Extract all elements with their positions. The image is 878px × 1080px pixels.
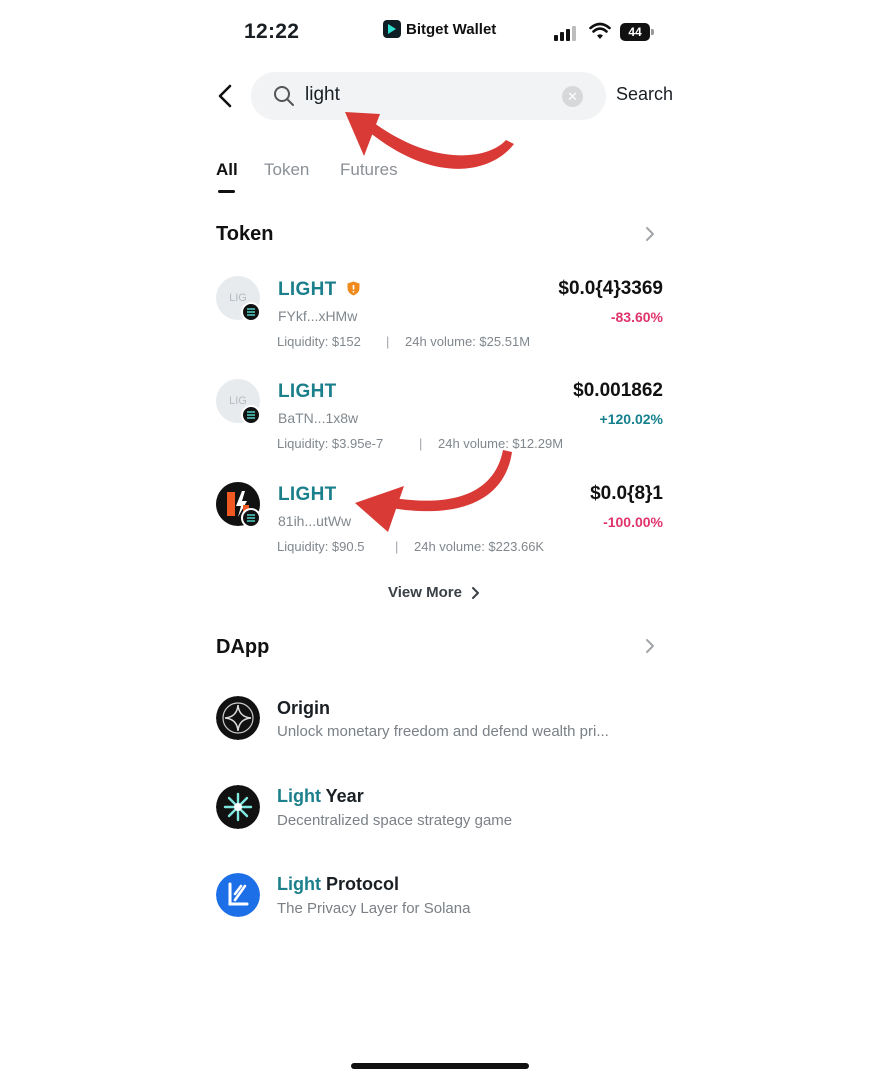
token-name: LIGHT: [278, 279, 337, 300]
light-protocol-icon: [216, 873, 260, 917]
back-arrow-icon[interactable]: [214, 82, 238, 110]
bitget-logo-icon: [383, 20, 401, 38]
token-price: $0.001862: [573, 380, 663, 401]
meta-separator: |: [395, 539, 399, 554]
dapp-name-rest: Protocol: [320, 874, 399, 894]
token-section-chevron-icon[interactable]: [643, 225, 657, 243]
dapp-description: Decentralized space strategy game: [277, 812, 513, 829]
token-name: LIGHT: [278, 484, 337, 505]
dapp-name: Light Year: [277, 786, 364, 807]
signal-icon: [554, 25, 576, 41]
dapp-name-rest: Origin: [277, 698, 330, 718]
token-liquidity: Liquidity: $152: [277, 334, 361, 349]
dapp-name-highlight: Light: [277, 874, 321, 894]
status-time: 12:22: [244, 20, 300, 43]
token-section-title: Token: [216, 223, 274, 245]
dapp-description: The Privacy Layer for Solana: [277, 900, 471, 917]
token-volume: 24h volume: $25.51M: [405, 334, 531, 349]
token-liquidity: Liquidity: $3.95e-7: [277, 436, 384, 451]
search-input[interactable]: [305, 82, 555, 108]
tab-futures[interactable]: Futures: [340, 160, 398, 180]
tab-all[interactable]: All: [216, 160, 238, 180]
dapp-section-title: DApp: [216, 636, 270, 658]
solana-badge-icon: [241, 405, 261, 425]
dapp-name: Origin: [277, 698, 330, 719]
origin-icon: [216, 696, 260, 740]
token-price: $0.0{4}3369: [558, 278, 663, 299]
token-change: +120.02%: [599, 411, 663, 427]
wifi-icon: [589, 22, 611, 39]
token-address: 81ih...utWw: [278, 513, 352, 529]
view-more-button[interactable]: View More: [388, 584, 480, 601]
view-more-label: View More: [388, 584, 462, 601]
dapp-description: Unlock monetary freedom and defend wealt…: [277, 723, 609, 740]
search-icon: [274, 86, 294, 106]
light-year-icon: [216, 785, 260, 829]
active-tab-indicator: [218, 190, 235, 193]
chevron-right-icon: [471, 586, 479, 599]
battery-tip: [651, 29, 654, 35]
dapp-section-chevron-icon[interactable]: [643, 637, 657, 655]
carrier-text: Bitget Wallet: [406, 20, 497, 38]
token-volume: 24h volume: $223.66K: [414, 539, 545, 554]
token-price: $0.0{8}1: [590, 483, 663, 504]
solana-badge-icon: [241, 302, 261, 322]
tab-token[interactable]: Token: [264, 160, 309, 180]
dapp-name-rest: Year: [320, 786, 364, 806]
token-change: -83.60%: [610, 309, 663, 325]
dapp-name-highlight: Light: [277, 786, 321, 806]
dapp-name: Light Protocol: [277, 874, 399, 895]
annotation-arrow-token: [355, 450, 512, 532]
token-address: BaTN...1x8w: [278, 410, 359, 426]
battery-icon: 44: [620, 23, 650, 41]
search-button[interactable]: Search: [616, 84, 673, 105]
token-name: LIGHT: [278, 381, 337, 402]
meta-separator: |: [386, 334, 390, 349]
clear-icon[interactable]: ✕: [562, 86, 583, 107]
token-volume: 24h volume: $12.29M: [438, 436, 564, 451]
token-address: FYkf...xHMw: [278, 308, 358, 324]
solana-badge-icon: [241, 508, 261, 528]
token-change: -100.00%: [603, 514, 663, 530]
home-indicator: [351, 1063, 529, 1069]
warning-shield-icon: [347, 281, 360, 296]
token-liquidity: Liquidity: $90.5: [277, 539, 365, 554]
meta-separator: |: [419, 436, 423, 451]
carrier-label: Bitget Wallet: [383, 20, 496, 38]
